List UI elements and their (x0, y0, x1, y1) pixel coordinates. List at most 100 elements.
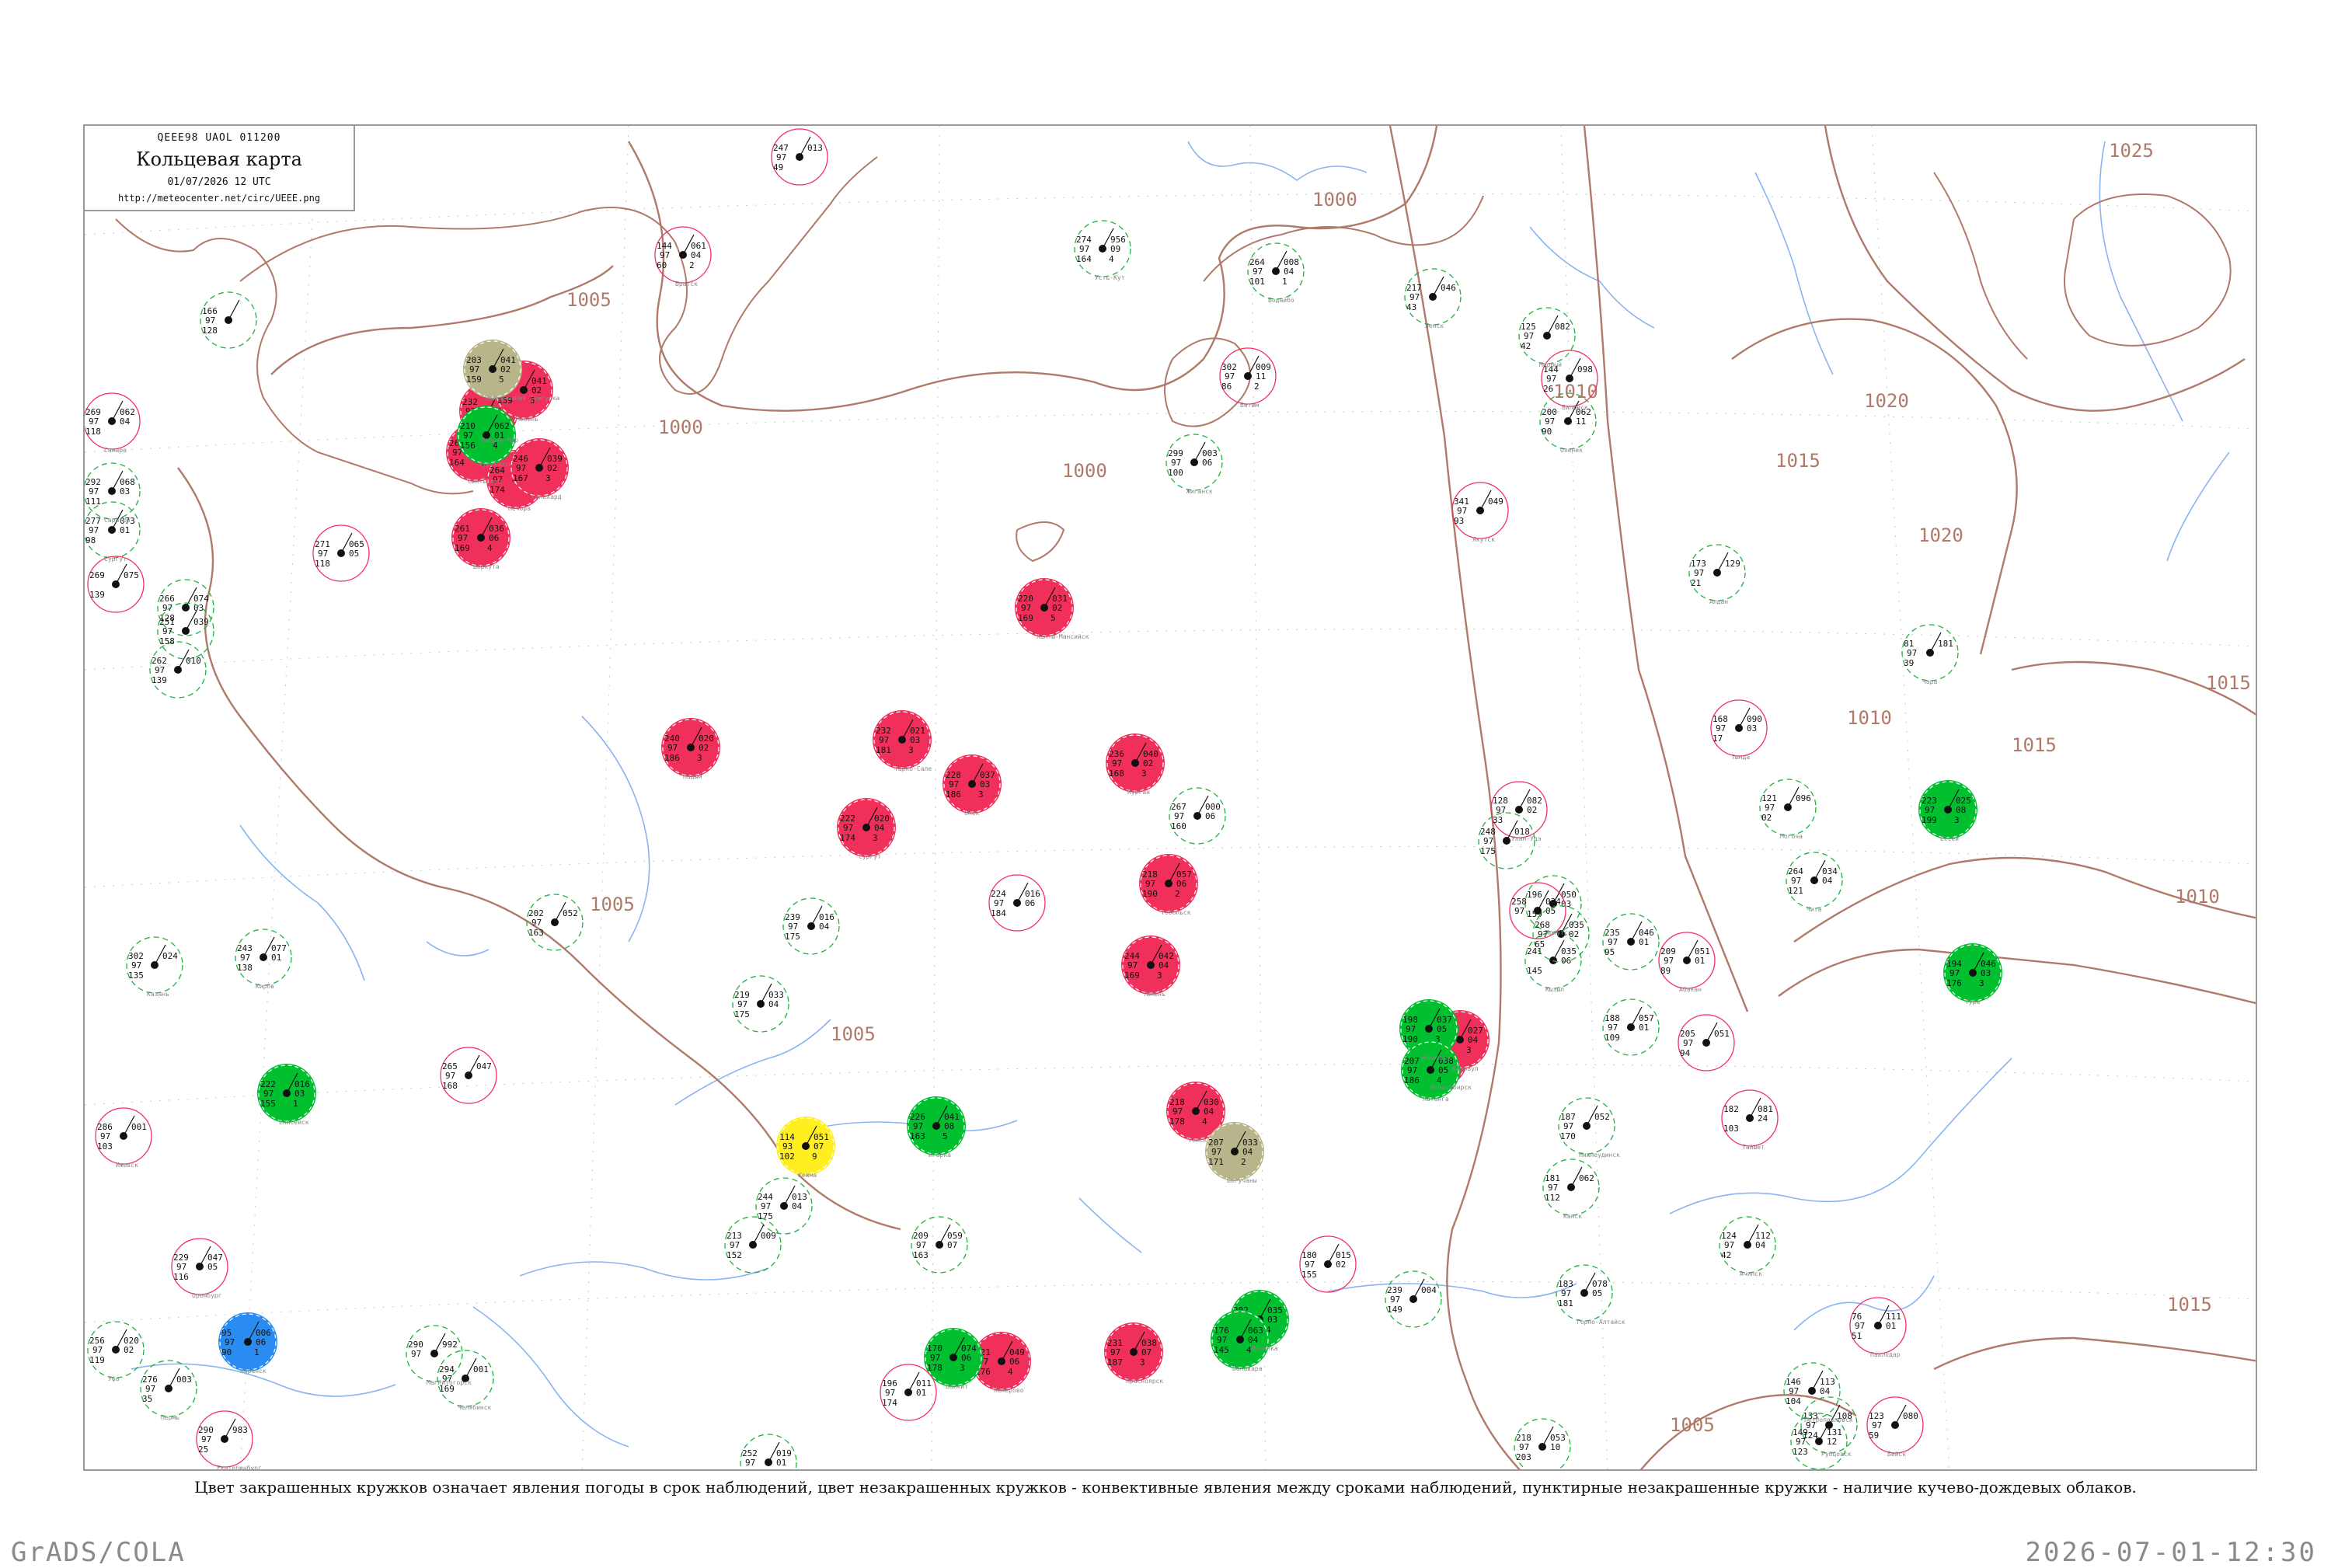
station-name: Воркута (473, 563, 500, 570)
station-plain[interactable]: 2649712103404 (1786, 852, 1843, 909)
station-value: 97 (667, 743, 678, 753)
station-thunder[interactable]: 22297174020043 (837, 798, 896, 857)
station-plain[interactable]: 18797170052 (1558, 1097, 1615, 1155)
station-plain[interactable]: 26497101008041 (1247, 242, 1305, 300)
station-plain[interactable]: 27497164956094 (1074, 220, 1131, 277)
coastline (1933, 172, 2028, 360)
station-value: 17 (1713, 733, 1723, 744)
station-plain[interactable]: 1239759080 (1866, 1396, 1924, 1454)
station-plain[interactable]: 2719711806505 (312, 524, 370, 582)
station-plain[interactable]: 26597168047 (440, 1047, 497, 1104)
station-plain[interactable]: 18210308124 (1721, 1089, 1779, 1147)
station-dust[interactable]: 20397159041025 (463, 340, 522, 399)
station-thunder[interactable]: 26197169036064 (451, 508, 510, 567)
station-plain[interactable]: 168971709003 (1710, 699, 1768, 757)
station-plain[interactable]: 2179743046 (1404, 268, 1462, 326)
station-value: 39 (1904, 658, 1914, 668)
station-rain[interactable]: 21097156062014 (457, 406, 516, 465)
station-value: 4 (487, 543, 493, 553)
station-plain[interactable]: 269 139 075 (87, 556, 145, 613)
station-plain[interactable]: 1969717401101 (880, 1364, 937, 1421)
station-plain[interactable]: 235979504601 (1602, 913, 1660, 970)
station-plain[interactable]: 3419793049 (1451, 482, 1509, 539)
station-plain[interactable]: 16697128 (200, 291, 257, 349)
station-plain[interactable]: 2439713807701 (235, 929, 292, 986)
station-thunder[interactable]: 24697167039023 (510, 438, 569, 497)
station-plain[interactable]: 29497169001 (437, 1350, 494, 1407)
map-area[interactable]: 1000100510051005100010001005101010101015… (83, 124, 2257, 1471)
station-plain[interactable]: 2189720305310 (1514, 1418, 1571, 1471)
station-plain[interactable]: 21397152009 (724, 1216, 782, 1274)
station-plain[interactable]: 124974211204 (1719, 1216, 1776, 1274)
station-plain[interactable]: 2679716000006 (1169, 787, 1226, 845)
station-plain[interactable]: 1739721129 (1688, 544, 1746, 601)
station-value: 168 (442, 1081, 458, 1091)
station-plain[interactable]: 2529714301901 (740, 1434, 797, 1471)
station-thunder[interactable]: 21897190057062 (1139, 854, 1198, 913)
station-plain[interactable]: 2769735003 (140, 1360, 197, 1417)
station-plain[interactable]: 18197112062 (1542, 1159, 1600, 1216)
station-snow[interactable]: 959790006061 (218, 1312, 277, 1371)
station-plain[interactable]: 3029786009112 (1219, 347, 1277, 405)
isobar-label: 1005 (1670, 1414, 1715, 1436)
station-value: 187 (1107, 1357, 1123, 1368)
station-plain[interactable]: 30297135024 (126, 936, 183, 994)
station-plain[interactable]: 2299711604705 (171, 1238, 228, 1295)
station-value: 01 (1639, 1023, 1649, 1033)
station-plain[interactable]: 2699711806204 (85, 392, 141, 450)
station-plain[interactable]: 1219702096 (1759, 779, 1817, 836)
station-value: 5 (943, 1131, 948, 1141)
source-url[interactable]: http://meteocenter.net/circ/UEEE.png (85, 193, 354, 204)
station-plain[interactable]: 2059794051 (1678, 1014, 1735, 1071)
station-plain[interactable]: 819739181 (1901, 624, 1959, 681)
station-plain[interactable]: 2099716305907 (911, 1216, 968, 1274)
station-dust[interactable]: 20797171033042 (1205, 1122, 1264, 1181)
station-value: 97 (89, 416, 99, 427)
station-fog[interactable]: 11493102051079 (776, 1117, 835, 1176)
station-plain[interactable]: 2909725983 (196, 1410, 253, 1468)
station-thunder[interactable]: 22097169031025 (1015, 578, 1074, 637)
station-rain[interactable]: 17697145063044 (1211, 1310, 1270, 1369)
station-rain[interactable]: 19497176046033 (1943, 943, 2002, 1002)
station-plain[interactable]: 1839718107805 (1556, 1264, 1613, 1322)
station-plain[interactable]: 76975111101 (1849, 1297, 1907, 1354)
station-plain[interactable]: 29097992 (406, 1325, 463, 1382)
station-plain[interactable]: 2399717501604 (782, 897, 840, 955)
station-plain[interactable]: 20297163052 (526, 894, 584, 951)
station-plain[interactable]: 23997149004 (1385, 1270, 1442, 1328)
station-plain[interactable]: 2569711902002 (87, 1321, 145, 1378)
station-thunder[interactable]: 23697168040023 (1106, 733, 1165, 793)
station-rain[interactable]: 22397199025083 (1918, 780, 1977, 839)
station-thunder[interactable]: 24497169042043 (1121, 936, 1180, 995)
station-plain[interactable]: 28697103001 (95, 1107, 152, 1165)
station-value: 3 (1954, 815, 1960, 825)
station-plain[interactable]: 1809715501502 (1299, 1235, 1357, 1293)
station-rain[interactable]: 22297155016031 (257, 1064, 316, 1123)
station-plain[interactable]: 2999710000306 (1166, 434, 1223, 491)
station-rain[interactable]: 22697163041085 (907, 1096, 966, 1155)
station-plain[interactable]: 2249718401606 (988, 874, 1046, 932)
station-plain[interactable]: 277979807301 (85, 501, 141, 559)
station-value: 05 (1592, 1288, 1602, 1298)
station-value: 97 (1907, 648, 1917, 658)
station-plain[interactable]: 209978905101 (1658, 932, 1716, 989)
station-thunder[interactable]: 24097186020023 (661, 718, 720, 777)
station-plain[interactable]: 1259742082 (1518, 307, 1576, 364)
station-name: Пермь (161, 1414, 179, 1421)
station-value: 1 (1282, 277, 1287, 287)
station-plain[interactable]: 1449760061042 (654, 226, 712, 284)
station-value: 013 (807, 143, 823, 153)
station-plain[interactable]: 1889710905701 (1602, 998, 1660, 1056)
station-thunder[interactable]: 23297181021033 (873, 710, 932, 769)
station-thunder[interactable]: 23197187038073 (1104, 1322, 1163, 1382)
station-plain[interactable]: 2449717501304 (755, 1177, 813, 1235)
station-value: 156 (460, 441, 476, 451)
station-thunder[interactable]: 22897186037033 (943, 754, 1002, 814)
station-value: 046 (1441, 283, 1456, 293)
station-name: Усть-Кут (1095, 274, 1125, 281)
station-value: 97 (843, 823, 853, 833)
station-plain[interactable]: 2479749013 (771, 128, 828, 186)
station-plain[interactable]: 26297139010 (149, 641, 207, 699)
station-value: 174 (840, 833, 855, 843)
station-plain[interactable]: 2199717503304 (732, 975, 789, 1033)
